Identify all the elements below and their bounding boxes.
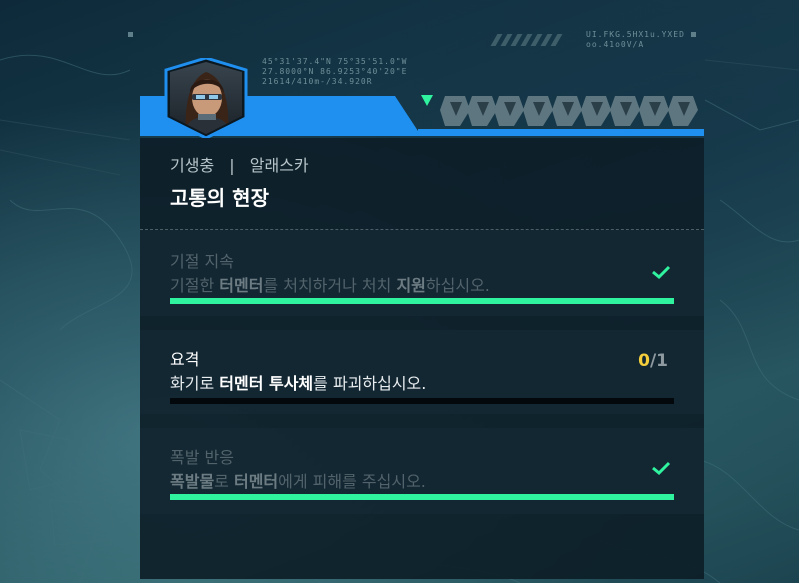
quest-title: 고통의 현장	[170, 186, 269, 210]
breadcrumb-separator: |	[229, 156, 235, 175]
objective-item: 기절 지속 기절한 터멘터를 처치하거나 처치 지원하십시오.	[140, 230, 704, 316]
objective-description: 화기로 터멘터 투사체를 파괴하십시오.	[170, 374, 427, 393]
objective-progress-bar	[170, 298, 674, 304]
objective-item: 폭발 반응 폭발물로 터멘터에게 피해를 주십시오.	[140, 428, 704, 514]
hud-coordinates: 45°31'37.4"N 75°35'51.0"W 27.8000°N 86.9…	[262, 57, 408, 86]
hud-corner-marker	[691, 32, 696, 37]
quest-category: 기생충	[170, 156, 215, 175]
objective-description: 폭발물로 터멘터에게 피해를 주십시오.	[170, 472, 426, 491]
progress-fill	[170, 494, 674, 500]
portrait-avatar	[164, 58, 248, 138]
quest-card: 기생충 | 알래스카 고통의 현장 기절 지속 기절한 터멘터를 처치하거나 처…	[140, 138, 704, 579]
objective-description: 기절한 터멘터를 처치하거나 처치 지원하십시오.	[170, 276, 490, 295]
objective-progress-bar	[170, 494, 674, 500]
objective-name: 폭발 반응	[170, 448, 234, 467]
quest-breadcrumb: 기생충 | 알래스카	[170, 152, 309, 176]
hud-corner-marker	[128, 32, 133, 37]
objective-progress-bar	[170, 398, 674, 404]
checkmark-icon	[652, 461, 671, 476]
location-marker-icon	[421, 95, 433, 106]
hud-system-code: UI.FKG.5HX1u.YXED oo.41o0V/A	[586, 30, 685, 49]
objective-name: 기절 지속	[170, 252, 234, 271]
objective-counter: 0/1	[638, 351, 668, 371]
objective-item: 요격 화기로 터멘터 투사체를 파괴하십시오. 0/1	[140, 330, 704, 414]
hud-stripes	[490, 34, 563, 46]
progress-fill	[170, 298, 674, 304]
quest-location: 알래스카	[249, 156, 309, 175]
objective-name: 요격	[170, 350, 200, 369]
checkmark-icon	[652, 265, 671, 280]
